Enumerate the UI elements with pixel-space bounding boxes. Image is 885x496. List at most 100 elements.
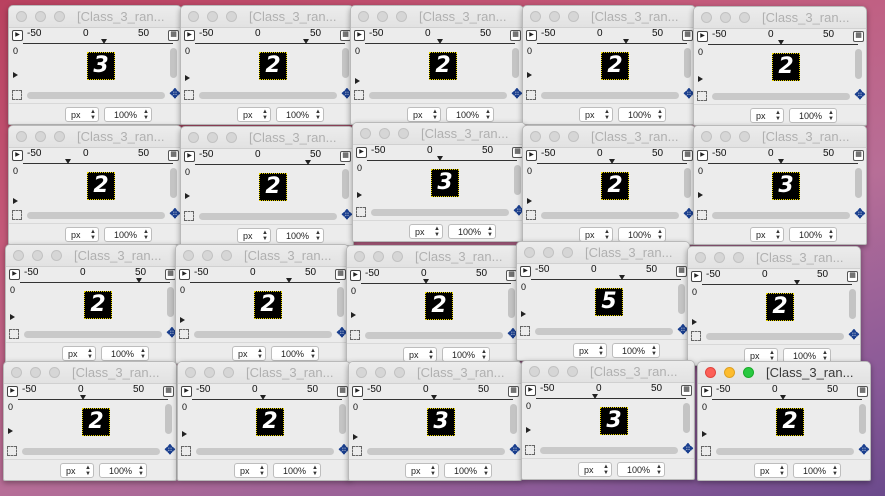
zoom-fit-icon[interactable]: ▦ xyxy=(682,150,693,161)
zoom-fit-icon[interactable]: ▦ xyxy=(676,266,687,277)
zoom-button[interactable] xyxy=(567,366,578,377)
unit-select[interactable]: px ▲ ▼ xyxy=(403,347,437,362)
toggle-icon[interactable]: ▶ xyxy=(356,147,367,158)
zoom-button[interactable] xyxy=(226,11,237,22)
unit-select[interactable]: px ▲ ▼ xyxy=(234,463,268,478)
window-titlebar[interactable]: [Class_3_ran... xyxy=(353,123,525,145)
minimize-button[interactable] xyxy=(720,12,731,23)
minimize-button[interactable] xyxy=(207,11,218,22)
zoom-button[interactable] xyxy=(221,250,232,261)
close-button[interactable] xyxy=(11,367,22,378)
unit-select[interactable]: px ▲ ▼ xyxy=(750,227,784,242)
toggle-icon[interactable]: ▶ xyxy=(12,150,23,161)
toggle-icon[interactable]: ▶ xyxy=(354,30,365,41)
zoom-button[interactable] xyxy=(226,132,237,143)
zoom-button[interactable] xyxy=(394,367,405,378)
unit-select[interactable]: px ▲ ▼ xyxy=(579,227,613,242)
toggle-icon[interactable]: ▶ xyxy=(697,31,708,42)
zoom-fit-icon[interactable]: ▦ xyxy=(340,151,351,162)
vertical-scrollbar[interactable] xyxy=(170,168,177,198)
image-canvas[interactable]: 2 xyxy=(192,400,340,444)
image-window[interactable]: [Class_3_ran... ▶ -50 0 50 ▦ 0 2 ✥ px ▲ ▼… xyxy=(180,126,354,246)
zoom-button[interactable] xyxy=(51,250,62,261)
toggle-icon[interactable]: ▶ xyxy=(691,271,702,282)
toggle-icon[interactable]: ▶ xyxy=(526,30,537,41)
unit-select[interactable]: px ▲ ▼ xyxy=(578,462,612,477)
toggle-icon[interactable]: ▶ xyxy=(184,151,195,162)
unit-select[interactable]: px ▲ ▼ xyxy=(750,108,784,123)
image-window[interactable]: [Class_3_ran... ▶ -50 0 50 ▦ 0 2 ✥ px ▲ ▼… xyxy=(180,5,354,125)
zoom-button[interactable] xyxy=(396,11,407,22)
unit-select[interactable]: px ▲ ▼ xyxy=(237,107,271,122)
toggle-icon[interactable]: ▶ xyxy=(9,269,20,280)
minimize-button[interactable] xyxy=(373,251,384,262)
close-button[interactable] xyxy=(530,131,541,142)
horizontal-scrollbar[interactable] xyxy=(540,447,678,454)
zoom-select[interactable]: 100% ▲ ▼ xyxy=(618,227,666,242)
vertical-scrollbar[interactable] xyxy=(684,48,691,78)
close-button[interactable] xyxy=(185,367,196,378)
zoom-select[interactable]: 100% ▲ ▼ xyxy=(612,343,660,358)
vertical-scrollbar[interactable] xyxy=(342,48,349,78)
toggle-icon[interactable]: ▶ xyxy=(352,386,363,397)
minimize-button[interactable] xyxy=(548,366,559,377)
image-window[interactable]: [Class_3_ran... ▶ -50 0 50 ▦ 0 2 ✥ px ▲ ▼… xyxy=(522,5,696,125)
vertical-scrollbar[interactable] xyxy=(342,169,349,199)
window-titlebar[interactable]: [Class_3_ran... xyxy=(698,362,870,384)
unit-select[interactable]: px ▲ ▼ xyxy=(65,107,99,122)
horizontal-scrollbar[interactable] xyxy=(199,213,337,220)
toggle-icon[interactable]: ▶ xyxy=(350,270,361,281)
minimize-button[interactable] xyxy=(377,11,388,22)
zoom-button[interactable] xyxy=(398,128,409,139)
move-icon[interactable]: ✥ xyxy=(682,442,694,455)
close-button[interactable] xyxy=(701,131,712,142)
zoom-button[interactable] xyxy=(49,367,60,378)
unit-select[interactable]: px ▲ ▼ xyxy=(405,463,439,478)
zoom-fit-icon[interactable]: ▦ xyxy=(337,386,348,397)
unit-select[interactable]: px ▲ ▼ xyxy=(232,346,266,361)
window-titlebar[interactable]: [Class_3_ran... xyxy=(349,362,521,384)
vertical-scrollbar[interactable] xyxy=(510,404,517,434)
horizontal-scrollbar[interactable] xyxy=(22,448,160,455)
vertical-scrollbar[interactable] xyxy=(855,49,862,79)
zoom-fit-icon[interactable]: ▦ xyxy=(508,386,519,397)
image-canvas[interactable]: 2 xyxy=(18,400,166,444)
window-titlebar[interactable]: [Class_3_ran... xyxy=(694,126,866,148)
zoom-button[interactable] xyxy=(392,251,403,262)
window-titlebar[interactable]: [Class_3_ran... xyxy=(178,362,350,384)
close-button[interactable] xyxy=(701,12,712,23)
image-canvas[interactable]: 2 xyxy=(537,164,685,208)
window-titlebar[interactable]: [Class_3_ran... xyxy=(347,246,519,268)
unit-select[interactable]: px ▲ ▼ xyxy=(237,228,271,243)
unit-select[interactable]: px ▲ ▼ xyxy=(579,107,613,122)
zoom-select[interactable]: 100% ▲ ▼ xyxy=(104,107,152,122)
vertical-scrollbar[interactable] xyxy=(684,168,691,198)
close-button[interactable] xyxy=(13,250,24,261)
zoom-select[interactable]: 100% ▲ ▼ xyxy=(446,107,494,122)
vertical-scrollbar[interactable] xyxy=(678,284,685,314)
minimize-button[interactable] xyxy=(35,131,46,142)
image-canvas[interactable]: 3 xyxy=(708,164,856,208)
zoom-fit-icon[interactable]: ▦ xyxy=(510,30,521,41)
horizontal-scrollbar[interactable] xyxy=(369,92,507,99)
zoom-button[interactable] xyxy=(739,12,750,23)
toggle-icon[interactable]: ▶ xyxy=(526,150,537,161)
vertical-scrollbar[interactable] xyxy=(508,288,515,318)
horizontal-scrollbar[interactable] xyxy=(541,212,679,219)
minimize-button[interactable] xyxy=(379,128,390,139)
image-canvas[interactable]: 3 xyxy=(367,161,515,205)
zoom-fit-icon[interactable]: ▦ xyxy=(857,386,868,397)
zoom-button[interactable] xyxy=(733,252,744,263)
minimize-button[interactable] xyxy=(720,131,731,142)
close-button[interactable] xyxy=(16,11,27,22)
unit-select[interactable]: px ▲ ▼ xyxy=(407,107,441,122)
move-icon[interactable]: ✥ xyxy=(858,443,870,456)
window-titlebar[interactable]: [Class_3_ran... xyxy=(4,362,176,384)
toggle-icon[interactable]: ▶ xyxy=(7,386,18,397)
image-canvas[interactable]: 2 xyxy=(361,284,509,328)
horizontal-scrollbar[interactable] xyxy=(27,92,165,99)
move-icon[interactable]: ✥ xyxy=(848,328,860,341)
image-canvas[interactable]: 2 xyxy=(195,165,343,209)
zoom-select[interactable]: 100% ▲ ▼ xyxy=(276,107,324,122)
zoom-button[interactable] xyxy=(743,367,754,378)
